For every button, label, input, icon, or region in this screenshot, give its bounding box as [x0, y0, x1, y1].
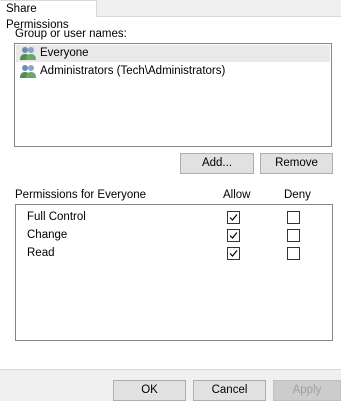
tab-share-permissions[interactable]: Share Permissions: [0, 0, 97, 31]
list-item-label: Administrators (Tech\Administrators): [40, 65, 226, 77]
list-item-label: Everyone: [40, 47, 89, 59]
permissions-list: Full Control Change Read: [15, 204, 333, 341]
dialog-button-bar: OK Cancel Apply: [0, 371, 341, 401]
allow-header: Allow: [223, 189, 251, 201]
deny-header: Deny: [284, 189, 311, 201]
add-button[interactable]: Add...: [180, 153, 254, 174]
read-allow-checkbox[interactable]: [227, 247, 240, 260]
users-icon: [20, 64, 36, 79]
remove-button[interactable]: Remove: [260, 153, 333, 174]
full-control-deny-checkbox[interactable]: [287, 211, 300, 224]
users-icon: [20, 46, 36, 61]
list-item-administrators[interactable]: Administrators (Tech\Administrators): [16, 63, 330, 80]
permission-change-label: Change: [27, 229, 68, 241]
permission-read-label: Read: [27, 247, 55, 259]
list-item-everyone[interactable]: Everyone: [16, 45, 330, 62]
read-deny-checkbox[interactable]: [287, 247, 300, 260]
permission-full-control-label: Full Control: [27, 211, 86, 223]
change-allow-checkbox[interactable]: [227, 229, 240, 242]
full-control-allow-checkbox[interactable]: [227, 211, 240, 224]
user-list[interactable]: Everyone Administrators (Tech\Administra…: [14, 43, 332, 147]
change-deny-checkbox[interactable]: [287, 229, 300, 242]
permissions-for-label: Permissions for Everyone: [15, 189, 147, 201]
